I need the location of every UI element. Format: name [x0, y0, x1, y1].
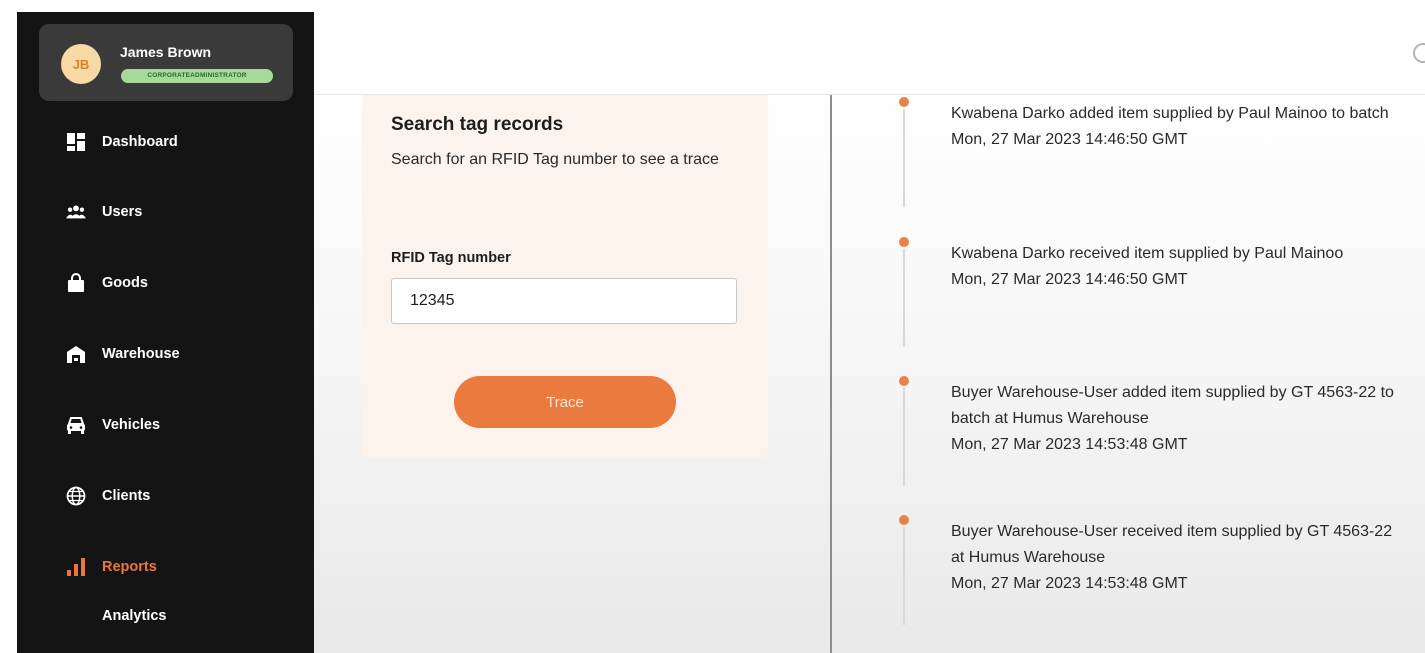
timeline-dot [899, 237, 909, 247]
timeline-event-text: Kwabena Darko received item supplied by … [951, 245, 1344, 262]
timeline-event-time: Mon, 27 Mar 2023 14:46:50 GMT [951, 131, 1188, 148]
timeline-dot [899, 97, 909, 107]
sidebar-item-dashboard[interactable]: Dashboard [65, 127, 178, 157]
search-description: Search for an RFID Tag number to see a t… [391, 151, 719, 168]
timeline-event-time: Mon, 27 Mar 2023 14:53:48 GMT [951, 575, 1188, 592]
timeline-item: Buyer Warehouse-User received item suppl… [898, 515, 1418, 645]
timeline-line [903, 109, 905, 207]
bar-chart-icon [65, 556, 87, 578]
sidebar-item-users[interactable]: Users [65, 197, 142, 227]
top-bar [314, 12, 1425, 95]
timeline-dot [899, 376, 909, 386]
sidebar-item-label: Warehouse [102, 346, 180, 362]
main-content: Search tag records Search for an RFID Ta… [314, 95, 1425, 653]
timeline-dot [899, 515, 909, 525]
sidebar-item-label: Dashboard [102, 134, 178, 150]
timeline-item: Kwabena Darko added item supplied by Pau… [898, 97, 1418, 227]
timeline-item: Kwabena Darko received item supplied by … [898, 237, 1418, 367]
rfid-tag-input[interactable] [391, 278, 737, 324]
sidebar-item-label: Vehicles [102, 417, 161, 433]
timeline-event-text: Buyer Warehouse-User received item suppl… [951, 523, 1393, 566]
timeline-event-time: Mon, 27 Mar 2023 14:46:50 GMT [951, 271, 1188, 288]
user-profile-card[interactable]: JB James Brown CORPORATEADMINISTRATOR [39, 24, 293, 101]
profile-name: James Brown [120, 44, 212, 60]
users-icon [65, 201, 87, 223]
sidebar-item-label: Users [102, 204, 143, 220]
timeline-event-time: Mon, 27 Mar 2023 14:53:48 GMT [951, 436, 1188, 453]
timeline-line [903, 388, 905, 486]
shopping-bag-icon [65, 272, 87, 294]
globe-icon [65, 485, 87, 507]
sidebar-item-label: Clients [102, 488, 151, 504]
timeline-event-text: Kwabena Darko added item supplied by Pau… [951, 105, 1389, 122]
timeline-event-text: Buyer Warehouse-User added item supplied… [951, 384, 1394, 427]
sidebar-item-clients[interactable]: Clients [65, 481, 150, 511]
sidebar-item-reports[interactable]: Reports [65, 552, 157, 582]
sidebar: JB James Brown CORPORATEADMINISTRATOR Da… [17, 12, 314, 653]
divider [830, 95, 832, 653]
dashboard-icon [65, 131, 87, 153]
sidebar-item-vehicles[interactable]: Vehicles [65, 410, 160, 440]
sidebar-subitem-analytics[interactable]: Analytics [102, 608, 166, 624]
circle-icon[interactable] [1413, 43, 1425, 63]
timeline-item: Buyer Warehouse-User added item supplied… [898, 376, 1418, 506]
timeline-line [903, 249, 905, 347]
trace-button[interactable]: Trace [454, 376, 676, 428]
warehouse-icon [65, 343, 87, 365]
sidebar-item-label: Reports [102, 559, 157, 575]
search-card: Search tag records Search for an RFID Ta… [362, 95, 768, 458]
sidebar-item-label: Goods [102, 275, 148, 291]
car-icon [65, 414, 87, 436]
sidebar-item-warehouse[interactable]: Warehouse [65, 339, 180, 369]
avatar: JB [61, 44, 101, 84]
search-title: Search tag records [391, 114, 564, 135]
sidebar-item-goods[interactable]: Goods [65, 268, 148, 298]
trace-timeline: Kwabena Darko added item supplied by Pau… [898, 95, 1425, 653]
timeline-line [903, 527, 905, 625]
rfid-field-label: RFID Tag number [391, 250, 511, 266]
role-badge: CORPORATEADMINISTRATOR [121, 69, 273, 83]
